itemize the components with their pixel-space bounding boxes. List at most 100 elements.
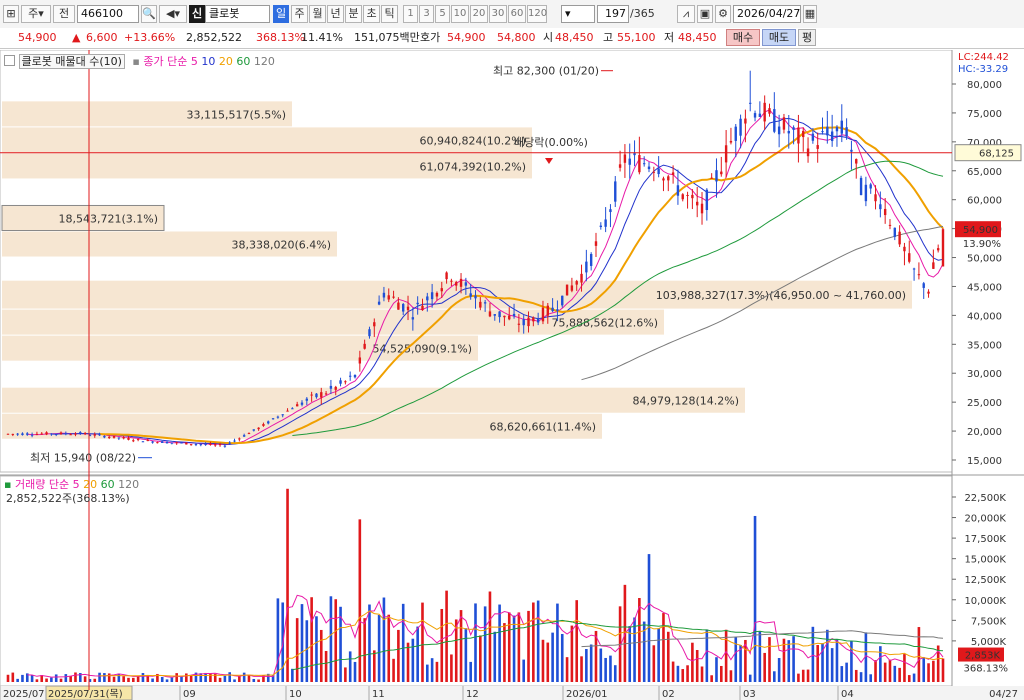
volume-bar xyxy=(474,603,477,682)
market-select[interactable]: 전 xyxy=(53,5,75,23)
price-change-pct: +13.66% xyxy=(124,31,176,44)
candle-body xyxy=(826,126,829,136)
credit-badge: 신 xyxy=(189,5,205,23)
minute-step-3[interactable]: 3 xyxy=(419,5,434,23)
volume-bar xyxy=(638,598,641,682)
minute-step-20[interactable]: 20 xyxy=(470,5,488,23)
volume-bar xyxy=(498,604,501,682)
volume-bar xyxy=(551,632,554,682)
volume-bar xyxy=(276,598,280,682)
candle-body xyxy=(54,434,58,436)
tab-period-3[interactable]: 분 xyxy=(345,5,362,23)
candle-body xyxy=(503,315,506,318)
ma-toggle-icon[interactable]: ▪ xyxy=(132,55,139,68)
high-label: 고 xyxy=(603,31,614,44)
candle-body xyxy=(382,292,386,298)
minute-step-60[interactable]: 60 xyxy=(508,5,526,23)
volume-bar xyxy=(11,672,15,682)
volume-bar xyxy=(430,658,434,682)
volume-bar xyxy=(695,650,699,682)
tab-period-0[interactable]: 주 xyxy=(291,5,308,23)
tab-period-2[interactable]: 년 xyxy=(327,5,344,23)
volume-bar xyxy=(758,631,762,682)
indicator-toggle-icon[interactable] xyxy=(4,55,15,66)
candle-body xyxy=(652,171,656,173)
window-menu-icon[interactable]: ⊞ xyxy=(3,5,19,23)
candle-body xyxy=(291,408,294,410)
search-icon[interactable]: 🔍 xyxy=(141,5,157,23)
candle-body xyxy=(377,301,381,305)
candle-body xyxy=(93,434,96,436)
tab-period-5[interactable]: 틱 xyxy=(381,5,398,23)
candle-body xyxy=(204,444,207,446)
volume-bar xyxy=(54,674,58,682)
ma-label: 종가 단순 xyxy=(143,55,188,68)
candle-body xyxy=(903,246,906,252)
candle-body xyxy=(199,444,202,446)
volume-bar xyxy=(835,639,839,682)
candle-body xyxy=(421,305,424,311)
candle-body xyxy=(642,163,646,165)
candle-body xyxy=(821,131,824,133)
candle-body xyxy=(127,437,130,440)
tab-daily[interactable]: 일 xyxy=(273,5,289,23)
minute-step-5[interactable]: 5 xyxy=(435,5,450,23)
volume-bar xyxy=(700,666,704,682)
volume-bar xyxy=(93,678,97,682)
candle-body xyxy=(79,432,82,434)
tab-period-4[interactable]: 초 xyxy=(363,5,380,23)
volume-bar xyxy=(204,672,207,682)
stock-code-input[interactable]: 466100 xyxy=(77,5,139,23)
stock-chart[interactable]: 33,115,517(5.5%) 60,940,824(10.2%) 61,074,… xyxy=(0,50,1024,700)
candle-body xyxy=(387,295,390,300)
minute-step-10[interactable]: 10 xyxy=(451,5,469,23)
stock-name-field[interactable]: 클로봇 xyxy=(205,5,270,23)
date-axis-label: 12 xyxy=(466,689,479,700)
candle-body xyxy=(450,280,453,282)
eval-button[interactable]: 평 xyxy=(798,29,816,46)
volume-bar xyxy=(353,661,357,682)
interval-select[interactable]: ▾ xyxy=(561,5,595,23)
price-axis-label: 25,000 xyxy=(967,398,1002,409)
candle-body xyxy=(223,445,227,447)
tab-period-1[interactable]: 월 xyxy=(309,5,326,23)
candle-body xyxy=(271,418,275,420)
volume-bar xyxy=(565,657,569,682)
date-input[interactable]: 2026/04/27 xyxy=(733,5,801,23)
volume-bar xyxy=(662,613,665,682)
minute-step-30[interactable]: 30 xyxy=(489,5,507,23)
volume-profile-title[interactable]: 클로봇 매물대 수(10) xyxy=(18,54,125,69)
volume-bar xyxy=(859,672,863,682)
volume-bar xyxy=(560,633,564,682)
volume-bar xyxy=(401,603,405,682)
chart-type-icon[interactable]: ⩘ xyxy=(677,5,695,23)
speaker-icon[interactable]: ◀▾ xyxy=(159,5,187,23)
sell-button[interactable]: 매도 xyxy=(762,29,796,46)
volume-bar xyxy=(450,654,453,682)
volume-bar xyxy=(479,635,482,682)
candle-body xyxy=(40,433,43,435)
candle-body xyxy=(541,307,545,322)
volume-bar xyxy=(532,602,535,682)
candle-body xyxy=(604,219,607,227)
volume-profile-label: 75,888,562(12.6%) xyxy=(551,317,658,330)
candle-body xyxy=(932,262,935,269)
period-select[interactable]: 주▾ xyxy=(21,5,51,23)
candle-body xyxy=(392,296,395,298)
candle-body xyxy=(662,178,665,181)
volume-bar xyxy=(175,673,178,682)
volume-bar xyxy=(189,675,193,682)
candle-body xyxy=(898,231,901,245)
save-icon[interactable]: ▣ xyxy=(697,5,713,23)
buy-button[interactable]: 매수 xyxy=(726,29,760,46)
volume-bar xyxy=(45,678,48,682)
calendar-icon[interactable]: ▦ xyxy=(803,5,817,23)
candle-body xyxy=(830,131,834,142)
minute-step-120[interactable]: 120 xyxy=(527,5,547,23)
candle-body xyxy=(575,281,578,285)
candle-body xyxy=(74,433,77,435)
gear-icon[interactable]: ⚙ xyxy=(715,5,731,23)
candle-body xyxy=(348,375,352,377)
minute-step-1[interactable]: 1 xyxy=(403,5,418,23)
count-input[interactable]: 197 xyxy=(597,5,629,23)
